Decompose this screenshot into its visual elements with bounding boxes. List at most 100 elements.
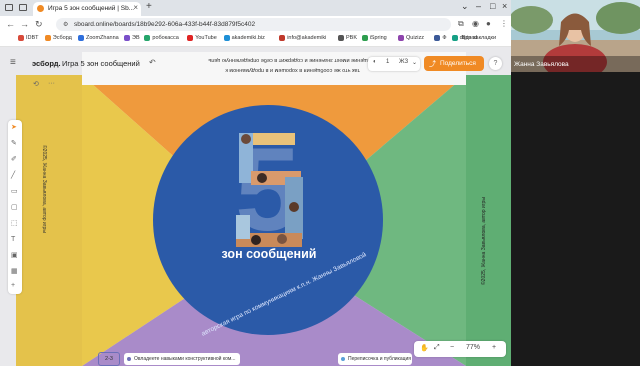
browser-tab-active[interactable]: Игра 5 зон сообщений | Sb... × [33, 2, 141, 16]
address-url: sboard.online/boards/18b9e292-606a-433f-… [74, 21, 256, 28]
text-tool-icon[interactable]: T [11, 236, 15, 244]
more-menu-icon[interactable]: ⋮ [500, 19, 508, 28]
zoom-level[interactable]: 77% [466, 344, 480, 351]
bookmarks-bar: IDBT Эсборд ZoomZhanna ЭВ робокасса YouTube ak… [0, 33, 511, 47]
right-border-panel [466, 75, 511, 366]
bookmark-item[interactable]: akademiki.biz [223, 35, 265, 41]
marker-tool-icon[interactable]: ✐ [11, 156, 17, 164]
bookmark-favicon-icon [187, 35, 194, 41]
tab-search-icon[interactable]: ⌄ [461, 1, 469, 12]
minimize-icon[interactable]: – [476, 1, 481, 11]
board-title[interactable]: Игра 5 зон сообщений [62, 59, 140, 68]
zoom-in-icon[interactable]: + [492, 344, 496, 351]
view-icon[interactable]: ◐ [373, 59, 377, 65]
bookmark-label: ЭВ [132, 35, 140, 41]
bookmark-item[interactable]: YouTube [187, 35, 217, 41]
browser-window: Игра 5 зон сообщений | Sb... × + ⌄ – □ ×… [0, 0, 511, 366]
all-bookmarks-link[interactable]: Все закладки [462, 35, 496, 41]
bookmark-item[interactable]: робокасса [144, 35, 179, 41]
bookmark-item[interactable]: iSpring [361, 35, 387, 41]
bookmark-favicon-icon [124, 35, 130, 41]
bookmark-item[interactable]: PBK [338, 35, 357, 41]
tab-overview-icon[interactable] [19, 4, 27, 11]
chevron-down-icon[interactable]: ⌄ [412, 59, 417, 66]
note-left-text: Овладеете навыками конструктивной ком... [134, 356, 236, 362]
bookmark-favicon-icon [279, 35, 286, 41]
bookmark-favicon-icon [223, 35, 230, 41]
image-tool-icon[interactable]: ▣ [11, 252, 18, 260]
bookmark-favicon-icon [338, 35, 344, 41]
bookmark-label: iSpring [369, 35, 387, 41]
extensions-icon[interactable]: ⧉ [458, 19, 464, 29]
fit-screen-icon[interactable]: ⤢ [434, 344, 440, 352]
bookmark-favicon-icon [451, 35, 458, 41]
zoom-out-icon[interactable]: − [450, 344, 454, 351]
bookmark-item[interactable]: Эсборд [44, 35, 72, 41]
bookmark-item[interactable]: ZoomZhanna [78, 35, 119, 41]
collaborators-pill[interactable]: ◐ 1 ЖЗ ⌄ [368, 57, 420, 71]
maximize-icon[interactable]: □ [490, 1, 495, 11]
card-counter-badge: 2-3 [98, 352, 120, 366]
profile-icon[interactable]: ◉ [472, 19, 479, 28]
more-options-icon[interactable]: ··· [48, 80, 55, 87]
bookmark-label: Эсборд [52, 35, 72, 41]
screen: Игра 5 зон сообщений | Sb... × + ⌄ – □ ×… [0, 0, 640, 366]
bookmark-item[interactable]: IDBT [18, 35, 39, 41]
add-tool-icon[interactable]: + [11, 282, 15, 290]
window-icon[interactable] [5, 4, 13, 11]
bookmark-item[interactable]: ЭВ [124, 35, 140, 41]
table-tool-icon[interactable]: ▦ [11, 268, 18, 276]
note-right-text: Переписочка и публикация [348, 356, 411, 362]
note-card-right[interactable]: Переписочка и публикация [338, 353, 412, 365]
sboard-logo[interactable]: эсборд. [32, 59, 61, 68]
line-tool-icon[interactable]: ╱ [11, 172, 15, 180]
share-button[interactable]: ⤴ Поделиться [424, 56, 484, 71]
user-avatar[interactable]: ЖЗ [399, 59, 408, 65]
bookmark-favicon-icon [18, 35, 24, 41]
address-bar[interactable]: ⚙ sboard.online/boards/18b9e292-606a-433… [56, 18, 451, 31]
pen-tool-icon[interactable]: ✎ [11, 140, 17, 148]
site-info-icon[interactable]: ⚙ [63, 21, 68, 28]
bookmark-label: YouTube [195, 35, 217, 41]
tab-close-icon[interactable]: × [133, 3, 138, 12]
shape-tool-icon[interactable]: ▭ [11, 188, 18, 196]
reload-icon[interactable]: ↻ [35, 19, 43, 30]
undo-icon[interactable]: ↶ [149, 58, 156, 67]
forward-icon[interactable]: → [20, 19, 29, 29]
close-window-icon[interactable]: × [502, 1, 507, 11]
bookmark-label: ZoomZhanna [86, 35, 119, 41]
help-button[interactable]: ? [489, 57, 502, 70]
profile-avatar-icon[interactable]: ● [486, 19, 491, 28]
bookmark-label: робокасса [152, 35, 179, 41]
hand-tool-icon[interactable]: ✋ [420, 344, 429, 352]
side-left-text: ©2025, Жанна Завьялова, автор игры [41, 145, 47, 233]
sticky-note-tool-icon[interactable]: ▢ [11, 204, 18, 212]
left-border-panel [16, 75, 82, 366]
bookmark-item[interactable]: Ф [434, 35, 447, 41]
note-card-left[interactable]: Овладеете навыками конструктивной ком... [124, 353, 240, 365]
bookmark-label: PBK [346, 35, 358, 41]
bookmark-label: akademiki.biz [231, 35, 265, 41]
select-tool-icon[interactable]: ➤ [11, 124, 17, 132]
bookmark-favicon-icon [434, 35, 441, 41]
bookmark-item[interactable]: info@akademiki [279, 35, 326, 41]
bookmark-favicon-icon [144, 35, 151, 41]
bookmark-favicon-icon [361, 35, 368, 41]
bookmark-favicon-icon [78, 35, 84, 41]
hamburger-menu-icon[interactable]: ≡ [10, 57, 16, 68]
side-right-text: ©2025, Жанна Завьялова, автор игры [481, 197, 487, 285]
frame-tool-icon[interactable]: ⬚ [11, 220, 18, 228]
share-icon: ⤴ [429, 61, 436, 68]
bookmark-label: IDBT [26, 35, 39, 41]
history-icon[interactable]: ⟲ [33, 80, 39, 88]
tab-strip: Игра 5 зон сообщений | Sb... × + ⌄ – □ × [0, 0, 511, 16]
note-bullet-icon [341, 357, 345, 361]
board-canvas[interactable]: 5 зон сообщений авторская игра по коммун… [0, 47, 511, 366]
webcam-view: Жанна Завьялова [511, 0, 640, 72]
back-icon[interactable]: ← [6, 19, 15, 29]
bookmark-label: info@akademiki [287, 35, 327, 41]
new-tab-icon[interactable]: + [146, 1, 152, 12]
bookmark-item[interactable]: Quizizz [398, 35, 424, 41]
bookmark-favicon-icon [398, 35, 404, 41]
share-button-label: Поделиться [440, 60, 476, 67]
